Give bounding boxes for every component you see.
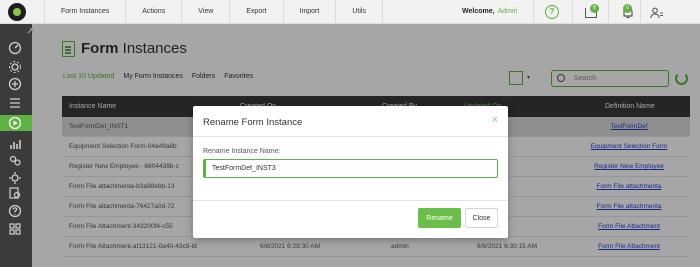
notifications-badge: 0 <box>623 4 632 13</box>
user-settings-icon[interactable] <box>650 6 664 20</box>
menu-utils[interactable]: Utils <box>335 0 383 24</box>
top-bar: Form Instances Actions View Export Impor… <box>0 0 700 24</box>
divider <box>533 0 534 24</box>
menu-actions[interactable]: Actions <box>125 0 181 24</box>
welcome-label: Welcome, <box>462 8 495 15</box>
divider <box>640 0 641 24</box>
reports-chart-icon[interactable] <box>8 137 22 151</box>
users-icon[interactable] <box>8 154 22 168</box>
close-icon[interactable]: × <box>492 114 498 126</box>
main-menu: Form Instances Actions View Export Impor… <box>44 0 383 24</box>
instance-list-icon[interactable] <box>8 96 22 110</box>
divider <box>572 0 573 24</box>
menu-export[interactable]: Export <box>229 0 282 24</box>
divider <box>608 0 609 24</box>
divider <box>193 200 508 201</box>
menu-form-instances[interactable]: Form Instances <box>44 0 125 24</box>
messages-badge: 8 <box>590 4 599 13</box>
configuration-icon[interactable] <box>8 171 22 185</box>
rename-dialog: Rename Form Instance × Rename Instance N… <box>193 106 508 238</box>
sidebar <box>0 24 34 267</box>
settings-gear-icon[interactable] <box>8 60 22 74</box>
welcome-text: Welcome, Admin <box>462 0 517 24</box>
app-logo-icon[interactable] <box>8 3 26 21</box>
add-icon[interactable] <box>8 77 22 91</box>
search-documents-icon[interactable] <box>8 186 22 200</box>
divider <box>193 136 508 137</box>
rename-instance-label: Rename Instance Name: <box>203 148 281 155</box>
play-icon[interactable] <box>8 116 22 130</box>
dashboard-icon[interactable] <box>8 41 22 55</box>
dialog-title: Rename Form Instance <box>203 117 303 128</box>
menu-import[interactable]: Import <box>282 0 336 24</box>
apps-grid-icon[interactable] <box>8 222 22 236</box>
user-name[interactable]: Admin <box>498 8 518 15</box>
close-button[interactable]: Close <box>465 208 498 228</box>
instance-name-field[interactable] <box>203 159 498 178</box>
rename-button[interactable]: Rename <box>418 208 461 228</box>
help-icon[interactable]: ? <box>545 5 559 19</box>
help-circle-icon[interactable] <box>8 204 22 218</box>
menu-view[interactable]: View <box>181 0 229 24</box>
